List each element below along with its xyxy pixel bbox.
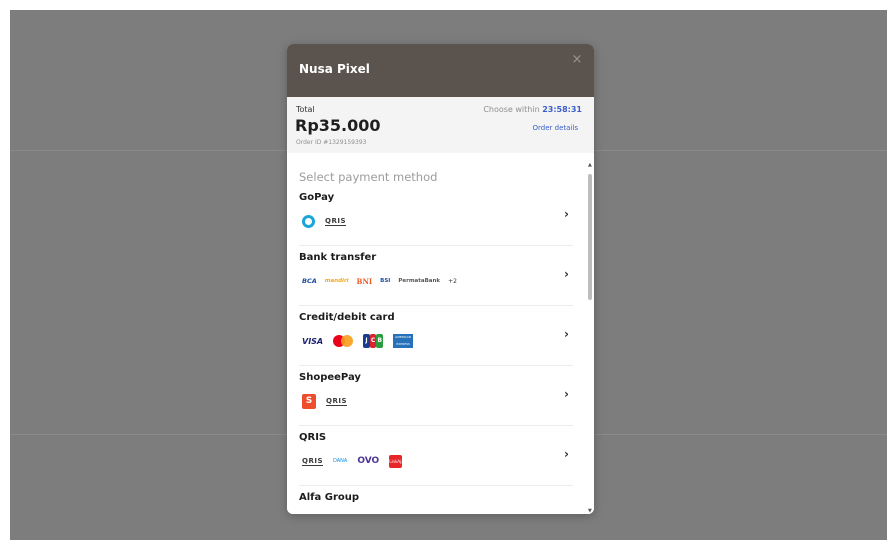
qris-logo: QRIS — [302, 456, 323, 466]
payment-modal: Nusa Pixel × Total Rp35.000 Order ID #13… — [287, 44, 594, 514]
mastercard-icon — [333, 335, 354, 347]
total-label: Total — [296, 105, 315, 114]
ovo-logo: OVO — [357, 456, 380, 466]
countdown-value: 23:58:31 — [542, 105, 582, 114]
qris-logo: QRIS — [326, 396, 347, 406]
bca-logo: BCA — [302, 277, 317, 285]
choose-within-label: Choose within — [483, 105, 540, 114]
method-title: Bank transfer — [299, 252, 377, 263]
method-title: QRIS — [299, 432, 327, 443]
modal-header: Nusa Pixel × — [287, 44, 594, 97]
payment-method-card[interactable]: Credit/debit card VISA JCB AMERICAN EXPR… — [299, 305, 573, 366]
payment-method-qris[interactable]: QRIS QRIS DANA OVO LinkAja › — [299, 425, 573, 486]
method-logos: QRIS DANA OVO LinkAja — [302, 452, 404, 470]
chevron-right-icon: › — [564, 327, 569, 341]
amex-logo: AMERICAN EXPRESS — [393, 334, 414, 348]
payment-method-alfa-group[interactable]: Alfa Group — [299, 485, 573, 514]
dana-logo: DANA — [333, 458, 348, 464]
order-id: Order ID #1329159393 — [296, 139, 367, 146]
mandiri-logo: mandiri — [324, 278, 349, 284]
chevron-right-icon: › — [564, 267, 569, 281]
method-logos: BCA mandiri BNI BSI PermataBank +2 — [302, 272, 457, 290]
visa-logo: VISA — [302, 336, 324, 346]
order-summary: Total Rp35.000 Order ID #1329159393 Choo… — [287, 97, 594, 153]
close-icon[interactable]: × — [570, 53, 584, 67]
scrollbar-thumb[interactable] — [588, 174, 592, 300]
section-title: Select payment method — [299, 170, 438, 184]
method-title: Credit/debit card — [299, 312, 395, 323]
bni-logo: BNI — [356, 276, 373, 286]
method-logos: S QRIS — [302, 392, 347, 410]
method-title: ShopeePay — [299, 372, 361, 383]
payment-method-bank-transfer[interactable]: Bank transfer BCA mandiri BNI BSI Permat… — [299, 245, 573, 306]
shopee-icon: S — [302, 393, 316, 409]
scroll-down-arrow-icon[interactable]: ▼ — [588, 508, 592, 514]
scroll-up-arrow-icon[interactable]: ▲ — [588, 162, 592, 168]
permata-logo: PermataBank — [398, 278, 441, 284]
method-logos: VISA JCB AMERICAN EXPRESS — [302, 332, 414, 350]
more-banks-count: +2 — [448, 277, 457, 285]
linkaja-logo: LinkAja — [389, 454, 404, 468]
method-title: Alfa Group — [299, 492, 360, 503]
chevron-right-icon: › — [564, 207, 569, 221]
qris-logo: QRIS — [325, 216, 346, 226]
merchant-name: Nusa Pixel — [299, 62, 370, 76]
payment-method-shopeepay[interactable]: ShopeePay S QRIS › — [299, 365, 573, 426]
countdown-timer: Choose within 23:58:31 — [483, 105, 582, 114]
payment-method-gopay[interactable]: GoPay QRIS › — [299, 185, 573, 246]
bsi-logo: BSI — [380, 278, 391, 284]
method-logos: QRIS — [302, 212, 346, 230]
chevron-right-icon: › — [564, 387, 569, 401]
scrollbar[interactable]: ▲ ▼ — [587, 162, 594, 514]
total-amount: Rp35.000 — [295, 116, 381, 135]
payment-method-list[interactable]: Select payment method GoPay QRIS › Bank … — [287, 153, 594, 514]
chevron-right-icon: › — [564, 447, 569, 461]
order-details-link[interactable]: Order details — [533, 124, 578, 132]
gopay-icon — [302, 214, 315, 228]
jcb-logo: JCB — [363, 334, 384, 348]
method-title: GoPay — [299, 192, 335, 203]
